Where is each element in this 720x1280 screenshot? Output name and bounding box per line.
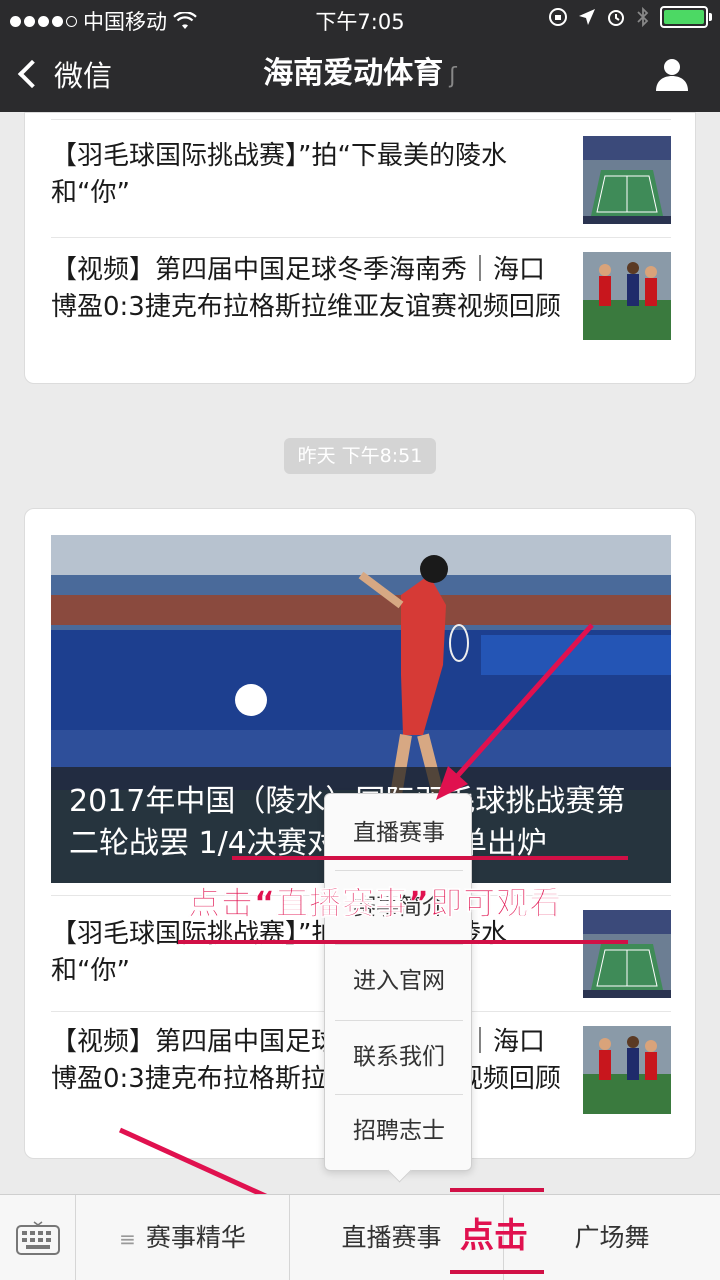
menu-item-label: 直播赛事 — [341, 1223, 442, 1252]
menu-item-highlights[interactable]: ≡ 赛事精华 — [76, 1195, 290, 1280]
menu-list-icon: ≡ — [119, 1227, 136, 1251]
menu-item-label: 广场舞 — [574, 1223, 650, 1252]
arrow-to-popup-icon — [436, 623, 594, 800]
annotation-underline — [450, 1270, 544, 1274]
menu-item-square-dance[interactable]: 广场舞 — [504, 1195, 720, 1280]
bottom-menu: ≡ 赛事精华 直播赛事 广场舞 — [0, 1194, 720, 1280]
keyboard-toggle[interactable] — [0, 1195, 76, 1280]
menu-item-label: 赛事精华 — [145, 1223, 246, 1252]
keyboard-icon — [16, 1221, 60, 1255]
annotation-arrows — [118, 623, 594, 1240]
annotation-underline — [450, 1188, 544, 1192]
annotation-click-label: 点击 — [460, 1216, 528, 1256]
